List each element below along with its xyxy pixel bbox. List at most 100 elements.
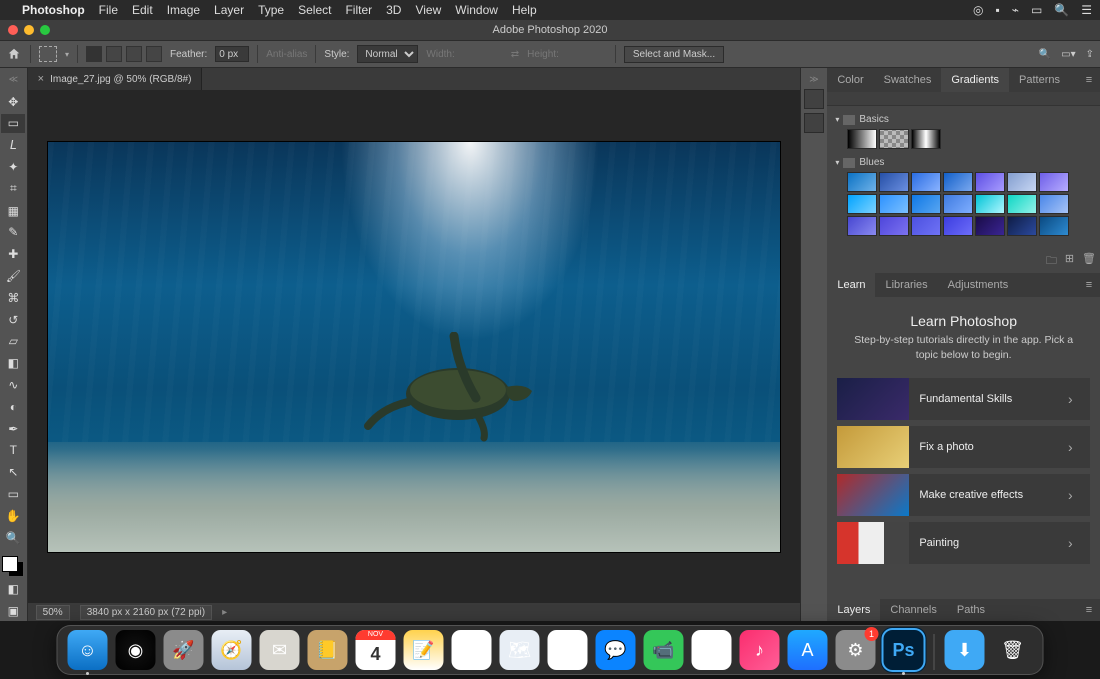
dock-app-reminders[interactable]: ☑ [452, 630, 492, 670]
menu-window[interactable]: Window [455, 3, 498, 17]
history-panel-icon[interactable] [804, 89, 824, 109]
tool-frame[interactable]: ▦ [1, 201, 25, 221]
tool-lasso[interactable]: 𝘓 [1, 135, 25, 155]
airplay-icon[interactable]: ⌁ [1012, 3, 1019, 17]
tab-layers[interactable]: Layers [827, 599, 880, 621]
dock-app-news[interactable]: N [692, 630, 732, 670]
tool-marquee[interactable]: ▭ [1, 114, 25, 134]
gradient-swatch[interactable] [911, 216, 941, 236]
tab-learn[interactable]: Learn [827, 273, 875, 297]
menu-file[interactable]: File [99, 3, 118, 17]
dock-app-safari[interactable]: 🧭 [212, 630, 252, 670]
gradient-swatch[interactable] [975, 194, 1005, 214]
dock-app-contacts[interactable]: 📒 [308, 630, 348, 670]
color-swatch[interactable] [2, 556, 24, 578]
dock-app-downloads[interactable]: ⬇ [945, 630, 985, 670]
toolbox-collapse-icon[interactable]: ≪ [1, 70, 25, 90]
gradient-swatch[interactable] [943, 216, 973, 236]
gradient-group-header[interactable]: ▾Blues [835, 155, 1092, 170]
menu-help[interactable]: Help [512, 3, 537, 17]
panel-menu-icon[interactable]: ≡ [1078, 599, 1100, 621]
tool-type[interactable]: T [1, 441, 25, 461]
menu-select[interactable]: Select [298, 3, 331, 17]
dock-app-notes[interactable]: 📝 [404, 630, 444, 670]
tab-libraries[interactable]: Libraries [875, 273, 937, 297]
window-zoom-button[interactable] [40, 25, 50, 35]
gradient-swatch[interactable] [847, 129, 877, 149]
gradient-swatch[interactable] [911, 172, 941, 192]
tutorial-item[interactable]: Fundamental Skills› [837, 378, 1090, 420]
menu-image[interactable]: Image [167, 3, 200, 17]
dock-app-music[interactable]: ♪ [740, 630, 780, 670]
dock-app-facetime[interactable]: 📹 [644, 630, 684, 670]
new-selection-icon[interactable] [86, 46, 102, 62]
tool-gradient[interactable]: ◧ [1, 353, 25, 373]
gradient-group-header[interactable]: ▾Basics [835, 112, 1092, 127]
gradient-new-icon[interactable]: ⊞ [1065, 252, 1074, 271]
app-menu[interactable]: Photoshop [22, 3, 85, 17]
gradient-delete-icon[interactable]: 🗑 [1082, 252, 1096, 271]
tool-shape[interactable]: ▭ [1, 484, 25, 504]
tool-stamp[interactable]: ⌘ [1, 288, 25, 308]
add-selection-icon[interactable] [106, 46, 122, 62]
dock-app-finder[interactable]: ☺ [68, 630, 108, 670]
tool-path[interactable]: ↖ [1, 462, 25, 482]
dock-app-calendar[interactable]: NOV4 [356, 630, 396, 670]
menu-layer[interactable]: Layer [214, 3, 244, 17]
tab-close-icon[interactable]: × [38, 73, 44, 85]
menu-type[interactable]: Type [258, 3, 284, 17]
gradient-swatch[interactable] [879, 216, 909, 236]
chat-icon[interactable]: ▪ [995, 3, 999, 17]
window-close-button[interactable] [8, 25, 18, 35]
gradient-swatch[interactable] [879, 129, 909, 149]
subtract-selection-icon[interactable] [126, 46, 142, 62]
doc-info[interactable]: 3840 px x 2160 px (72 ppi) [80, 605, 212, 620]
displays-icon[interactable]: ▭ [1031, 3, 1042, 17]
tab-adjustments[interactable]: Adjustments [938, 273, 1019, 297]
tool-crop[interactable]: ⌗ [1, 179, 25, 199]
dock-app-photoshop[interactable]: Ps [884, 630, 924, 670]
dock-app-photos[interactable]: ✿ [548, 630, 588, 670]
panel-menu-icon[interactable]: ≡ [1078, 273, 1100, 297]
tab-gradients[interactable]: Gradients [941, 68, 1009, 92]
menu-filter[interactable]: Filter [345, 3, 372, 17]
feather-input[interactable] [215, 46, 249, 62]
spotlight-icon[interactable]: 🔍 [1054, 3, 1069, 17]
properties-panel-icon[interactable] [804, 113, 824, 133]
menu-3d[interactable]: 3D [386, 3, 401, 17]
tool-dodge[interactable]: ◐ [1, 397, 25, 417]
dock-app-settings[interactable]: ⚙1 [836, 630, 876, 670]
tool-brush[interactable]: 🖌 [1, 266, 25, 286]
gradient-swatch[interactable] [911, 129, 941, 149]
share-icon[interactable]: ⇪ [1086, 49, 1094, 60]
screenmode-icon[interactable]: ▣ [1, 601, 25, 621]
tab-patterns[interactable]: Patterns [1009, 68, 1070, 92]
dock-app-messages[interactable]: 💬 [596, 630, 636, 670]
menu-view[interactable]: View [415, 3, 441, 17]
dock-app-appstore[interactable]: A [788, 630, 828, 670]
tool-eyedropper[interactable]: ✎ [1, 223, 25, 243]
intersect-selection-icon[interactable] [146, 46, 162, 62]
gradient-swatch[interactable] [1039, 216, 1069, 236]
window-minimize-button[interactable] [24, 25, 34, 35]
gradient-swatch[interactable] [975, 216, 1005, 236]
tutorial-item[interactable]: Make creative effects› [837, 474, 1090, 516]
document-tab[interactable]: × Image_27.jpg @ 50% (RGB/8#) [28, 68, 203, 90]
dock-app-launchpad[interactable]: 🚀 [164, 630, 204, 670]
control-center-icon[interactable]: ☰ [1081, 3, 1092, 17]
folder-new-icon[interactable]: 🗀 [1046, 252, 1057, 271]
gradient-swatch[interactable] [943, 172, 973, 192]
home-button[interactable] [6, 46, 22, 62]
tab-paths[interactable]: Paths [947, 599, 995, 621]
dock-app-trash[interactable]: 🗑 [993, 630, 1033, 670]
swap-wh-icon[interactable]: ⇄ [511, 49, 519, 60]
dock-app-maps[interactable]: 🗺 [500, 630, 540, 670]
gradient-swatch[interactable] [911, 194, 941, 214]
gradient-swatch[interactable] [1039, 194, 1069, 214]
tool-quick-select[interactable]: ✦ [1, 157, 25, 177]
workspace-icon[interactable]: ▭▾ [1061, 49, 1075, 60]
tutorial-item[interactable]: Painting› [837, 522, 1090, 564]
tool-pen[interactable]: ✒ [1, 419, 25, 439]
gradient-swatch[interactable] [847, 172, 877, 192]
tool-zoom[interactable]: 🔍 [1, 528, 25, 548]
